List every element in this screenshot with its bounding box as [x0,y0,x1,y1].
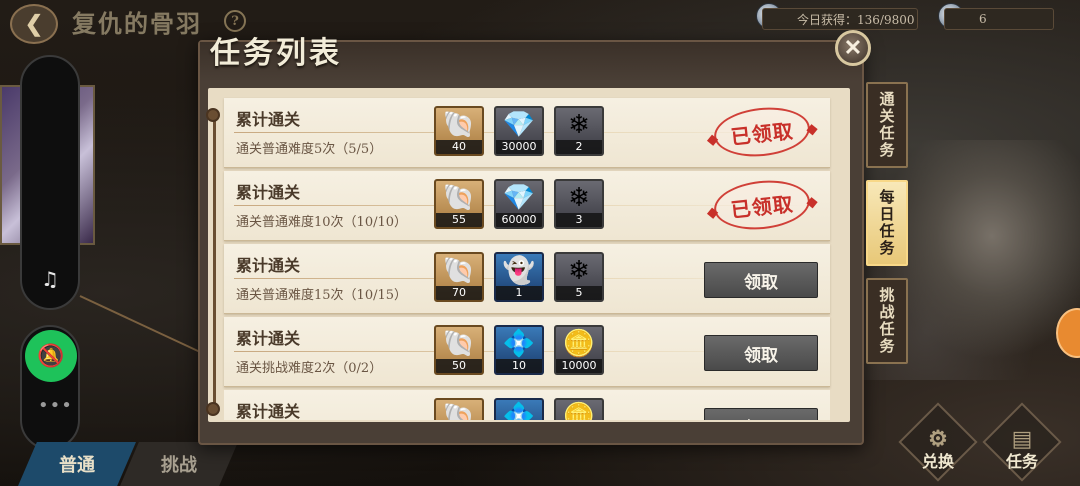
crystal-cluster-icon: 💎 [502,110,536,140]
reward-item[interactable]: 🪙 10000 [554,325,604,375]
tab-normal[interactable]: 普通 [18,442,136,486]
music-off-icon[interactable]: ♫ [36,265,64,293]
reward-item[interactable]: 🐚 55 [434,179,484,229]
back-button[interactable]: ❮ [10,4,58,44]
more-options-icon[interactable]: ••• [38,395,73,416]
reward-item[interactable]: 👻 1 [494,252,544,302]
task-progress: 通关普通难度10次（10/10） [236,215,408,230]
crystal-cluster-icon: 💎 [502,183,536,213]
tab-daily-tasks[interactable]: 每日任务 [866,180,908,266]
blue-gem-icon: 💠 [502,402,536,420]
reward-item[interactable]: 🐚 50 [434,325,484,375]
reward-item[interactable]: ❄ 5 [554,252,604,302]
reward-item[interactable]: 💎 60000 [494,179,544,229]
ice-shard-icon: ❄ [568,183,590,213]
bell-off-button[interactable]: 🔕 [25,330,77,382]
task-progress: 通关挑战难度2次（0/2） [236,361,383,376]
task-row: 累计通关 通关普通难度5次（5/5） 🐚 40 💎 30000 ❄ 2 已领取 [224,98,830,168]
reward-count: 10 [496,359,542,373]
reward-count: 2 [556,140,602,154]
shell-icon: 🐚 [442,183,476,213]
list-scroll-track [213,115,216,411]
scroll-track-cap-top [206,108,220,122]
reward-count: 55 [436,213,482,227]
reward-count: 40 [436,140,482,154]
tab-challenge-tasks[interactable]: 挑战任务 [866,278,908,364]
close-button[interactable]: ✕ [835,30,871,66]
task-row-clip: 累计通关 🐚 💠 🪙 领取 [224,390,830,420]
reward-item[interactable]: 🐚 [434,398,484,420]
task-row: 累计通关 🐚 💠 🪙 领取 [224,390,830,420]
reward-item[interactable]: 🪙 [554,398,604,420]
claim-button[interactable]: 领取 [704,335,818,371]
reward-count: 3 [556,213,602,227]
reward-item[interactable]: 💠 [494,398,544,420]
reward-count: 10000 [556,359,602,373]
back-arrow-icon: ❮ [24,11,44,37]
bell-off-icon: 🔕 [37,343,65,369]
task-title: 累计通关 [236,256,301,275]
reward-count: 50 [436,359,482,373]
tab-challenge[interactable]: 挑战 [120,442,238,486]
claimed-stamp: 已领取 [711,103,813,161]
claimed-stamp: 已领取 [711,176,813,234]
shell-icon: 🐚 [442,110,476,140]
reward-count: 70 [436,286,482,300]
reward-item[interactable]: ❄ 3 [554,179,604,229]
dialog-title: 任务列表 [210,36,342,71]
claim-button[interactable]: 领取 [704,408,818,420]
blue-gem-icon: 💠 [502,329,536,359]
task-row: 累计通关 通关普通难度15次（10/15） 🐚 70 👻 1 ❄ 5 领取 [224,244,830,314]
reward-item[interactable]: 💎 30000 [494,106,544,156]
ice-shard-icon: ❄ [568,110,590,140]
task-title: 累计通关 [236,110,301,129]
reward-count: 1 [496,286,542,300]
tab-normal-label: 普通 [59,455,95,476]
reward-count: 60000 [496,213,542,227]
reward-count: 5 [556,286,602,300]
task-title: 累计通关 [236,402,301,420]
task-title: 累计通关 [236,329,301,348]
task-row: 累计通关 通关挑战难度2次（0/2） 🐚 50 💠 10 🪙 10000 领取 [224,317,830,387]
task-title: 累计通关 [236,183,301,202]
task-progress: 通关普通难度5次（5/5） [236,142,383,157]
quest-button[interactable]: ▤ 任务 [982,402,1062,482]
scroll-track-cap-bottom [206,402,220,416]
shell-icon: 🐚 [442,256,476,286]
spirit-creature-icon: 👻 [502,256,536,286]
daily-earned-label: 今日获得：136/9800 [797,12,915,27]
exchange-button[interactable]: ⚙ 兑换 [898,402,978,482]
quest-label: 任务 [1005,452,1038,471]
reward-item[interactable]: 💠 10 [494,325,544,375]
shell-icon: 🐚 [442,402,476,420]
gold-coin-icon: 🪙 [562,329,596,359]
task-row: 累计通关 通关普通难度10次（10/10） 🐚 55 💎 60000 ❄ 3 已… [224,171,830,241]
task-progress: 通关普通难度15次（10/15） [236,288,408,303]
shell-icon: 🐚 [442,329,476,359]
claim-button[interactable]: 领取 [704,262,818,298]
gold-coin-icon: 🪙 [562,402,596,420]
currency-counter: 6 [944,8,1054,30]
reward-item[interactable]: 🐚 40 [434,106,484,156]
currency-count: 6 [979,12,987,26]
ice-shard-icon: ❄ [568,256,590,286]
tab-challenge-label: 挑战 [161,455,197,476]
reward-item[interactable]: 🐚 70 [434,252,484,302]
tab-clear-tasks[interactable]: 通关任务 [866,82,908,168]
close-icon: ✕ [843,35,863,61]
exchange-label: 兑换 [921,452,954,471]
reward-item[interactable]: ❄ 2 [554,106,604,156]
reward-count: 30000 [496,140,542,154]
daily-earned-counter: 今日获得：136/9800 [762,8,918,30]
stage-title: 复仇的骨羽 [72,9,202,38]
